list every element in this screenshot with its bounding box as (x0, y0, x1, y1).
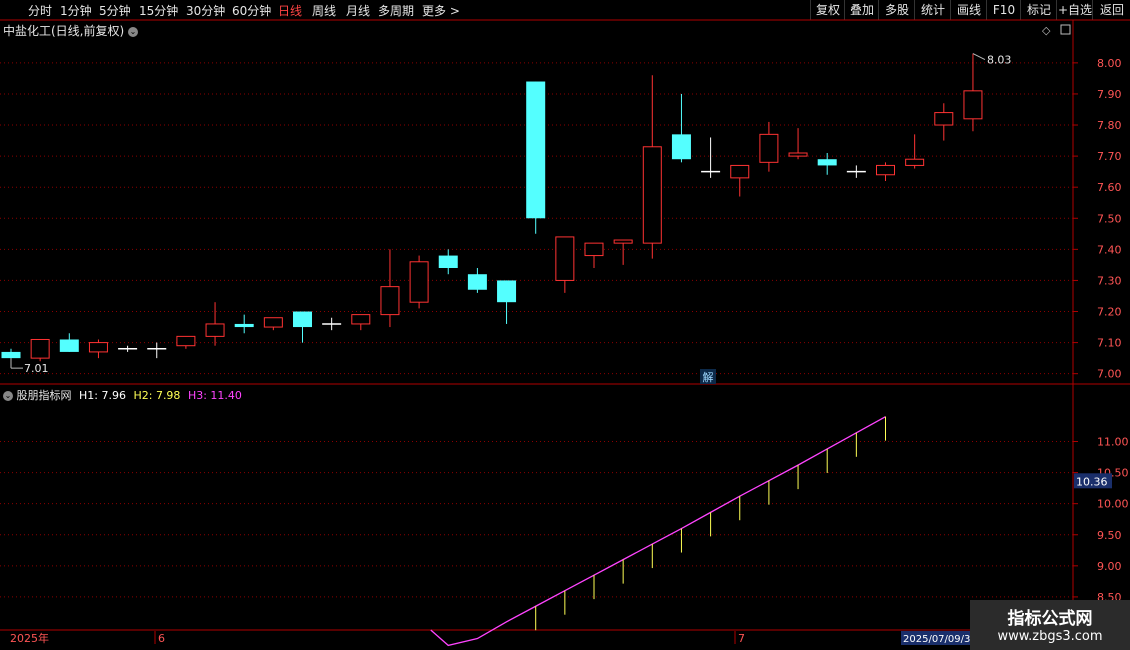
candle-body[interactable] (555, 236, 575, 281)
price-tick-label: 7.90 (1097, 88, 1122, 101)
candle-body[interactable] (467, 274, 487, 290)
price-tick-label: 7.50 (1097, 212, 1122, 225)
high-price-label: 8.03 (987, 54, 1012, 67)
candle-body[interactable] (176, 335, 196, 347)
candle-body[interactable] (497, 280, 517, 303)
candle-body[interactable] (234, 323, 254, 328)
candle-body[interactable] (642, 146, 662, 244)
candle-body[interactable] (584, 242, 604, 257)
annotation-label: 解 (703, 370, 714, 384)
candle-body[interactable] (526, 81, 546, 219)
price-tick-label: 7.30 (1097, 274, 1122, 287)
candle-body[interactable] (759, 133, 779, 163)
high-marker-line (972, 53, 986, 60)
watermark-logo: 指标公式网 www.zbgs3.com (970, 600, 1130, 650)
diamond-icon: ◇ (1042, 24, 1051, 37)
watermark-line1: 指标公式网 (1007, 609, 1093, 629)
chart-area[interactable]: 8.00 7.90 7.80 7.70 7.60 7.50 7.40 7.30 7.20 7.10… (0, 0, 1130, 650)
watermark-line2: www.zbgs3.com (997, 629, 1103, 644)
low-price-label: 7.01 (24, 362, 49, 375)
price-tick-label: 7.80 (1097, 119, 1122, 132)
price-tick-label: 7.40 (1097, 243, 1122, 256)
price-tick-label: 7.60 (1097, 181, 1122, 194)
panel-toggle-icon[interactable] (1060, 24, 1071, 35)
candle-body[interactable] (730, 164, 750, 179)
price-tick-label: 7.70 (1097, 150, 1122, 163)
time-label-july: 7 (738, 632, 745, 645)
candle-body[interactable] (263, 317, 283, 328)
price-tick-label: 8.00 (1097, 57, 1122, 70)
candle-body[interactable] (88, 342, 108, 353)
candle-body[interactable] (30, 338, 50, 359)
candle-body[interactable] (1, 351, 21, 359)
time-label-june: 6 (158, 632, 165, 645)
candle-body[interactable] (59, 339, 79, 352)
price-tick-label: 7.00 (1097, 368, 1122, 381)
candle-body[interactable] (963, 90, 983, 120)
candle-body[interactable] (876, 164, 895, 176)
price-tick-label: 7.20 (1097, 306, 1122, 319)
indicator-tick-label: 10.00 (1097, 498, 1129, 511)
candle-body[interactable] (438, 255, 458, 268)
h3-line (430, 416, 886, 647)
candle-body[interactable] (788, 152, 808, 157)
candle-body[interactable] (905, 158, 925, 166)
indicator-tick-label: 11.00 (1097, 436, 1129, 449)
candle-body[interactable] (409, 261, 429, 303)
time-label-year: 2025年 (10, 631, 49, 645)
cursor-date-label: 2025/07/09/3 (903, 634, 970, 645)
candle-body[interactable] (613, 239, 633, 244)
candle-body[interactable] (293, 311, 312, 328)
candle-body[interactable] (351, 314, 371, 325)
candle-body[interactable] (817, 159, 837, 166)
candle-body[interactable] (671, 134, 691, 160)
price-tick-label: 7.10 (1097, 337, 1122, 350)
indicator-tick-label: 9.00 (1097, 560, 1122, 573)
candle-body[interactable] (934, 112, 954, 126)
candle-body[interactable] (380, 286, 400, 316)
indicator-tick-label: 9.50 (1097, 529, 1122, 542)
candle-body[interactable] (205, 323, 225, 337)
indicator-current-value: 10.36 (1076, 475, 1108, 488)
